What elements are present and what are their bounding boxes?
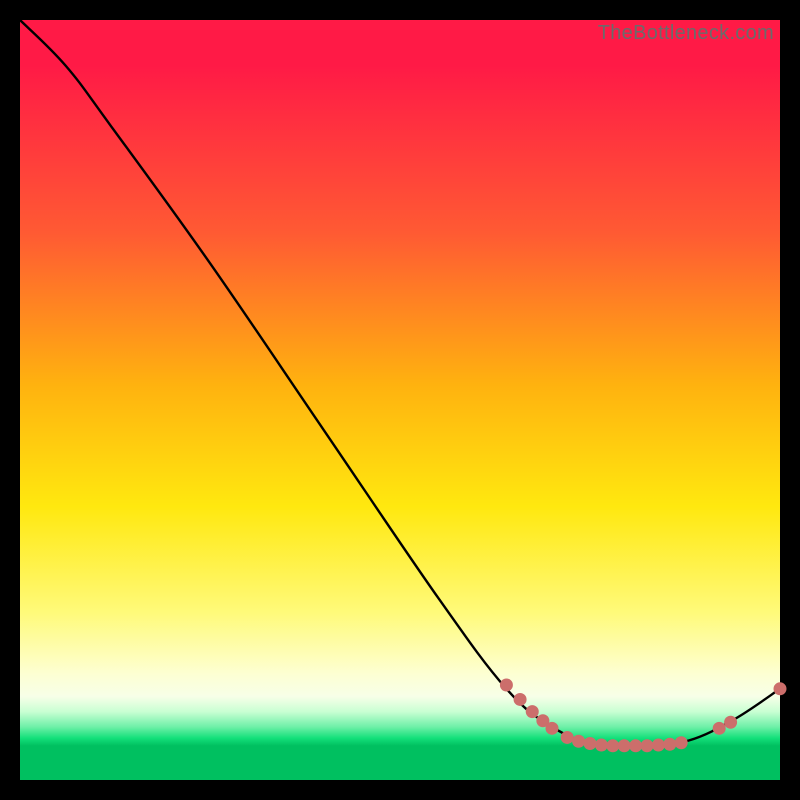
curve-marker xyxy=(663,738,676,751)
chart-svg xyxy=(20,20,780,780)
curve-marker xyxy=(561,731,574,744)
curve-marker xyxy=(713,722,726,735)
curve-marker xyxy=(629,739,642,752)
curve-marker xyxy=(595,739,608,752)
curve-marker xyxy=(724,716,737,729)
curve-marker xyxy=(652,739,665,752)
curve-marker xyxy=(675,736,688,749)
curve-marker xyxy=(526,705,539,718)
curve-marker xyxy=(606,739,619,752)
curve-marker xyxy=(641,739,654,752)
chart-frame: TheBottleneck.com xyxy=(20,20,780,780)
curve-marker xyxy=(546,722,559,735)
curve-marker xyxy=(514,693,527,706)
curve-marker xyxy=(584,737,597,750)
curve-marker xyxy=(774,682,787,695)
bottleneck-curve xyxy=(20,20,780,748)
curve-marker xyxy=(500,679,513,692)
curve-markers xyxy=(500,679,787,753)
curve-marker xyxy=(572,735,585,748)
curve-marker xyxy=(618,739,631,752)
